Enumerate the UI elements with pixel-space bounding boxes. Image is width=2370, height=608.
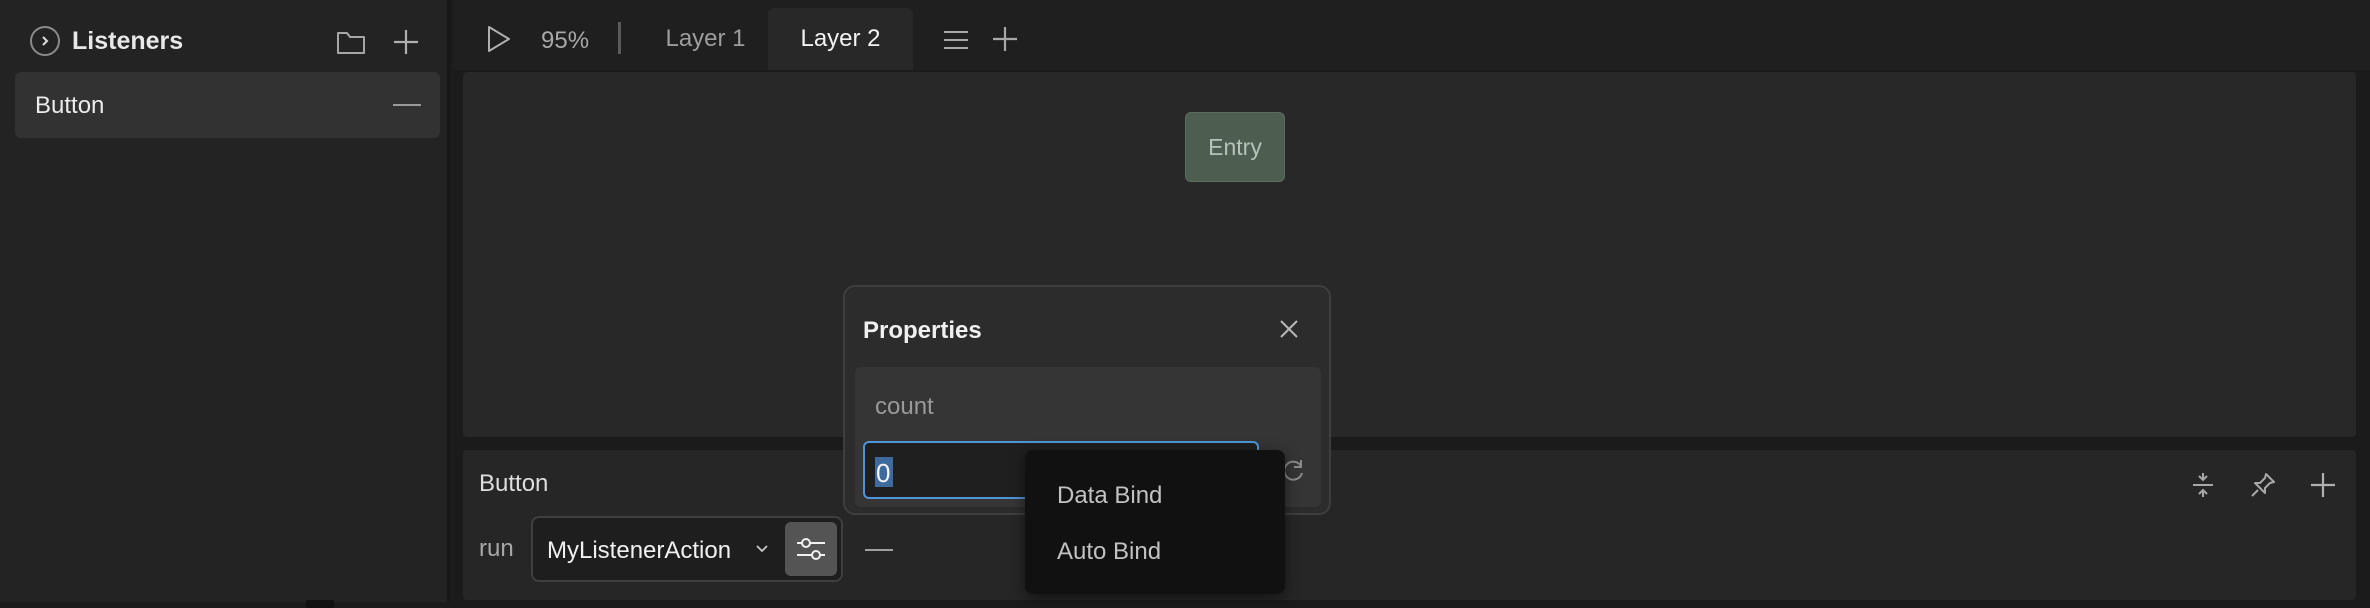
property-value-text: 0	[876, 458, 891, 488]
hamburger-menu-icon[interactable]	[941, 28, 971, 52]
close-icon[interactable]	[1277, 317, 1301, 341]
layer-toolbar: 95% Layer 1 Layer 2	[453, 0, 2370, 70]
tab-label: Layer 2	[800, 25, 881, 52]
menu-item-data-bind[interactable]: Data Bind	[1057, 482, 1162, 510]
play-icon[interactable]	[483, 24, 513, 54]
collapse-toggle-button[interactable]	[30, 26, 60, 56]
listeners-title: Listeners	[72, 27, 184, 55]
tab-layer-1[interactable]: Layer 1	[633, 8, 778, 70]
listener-detail-title: Button	[479, 470, 549, 497]
listeners-header: Listeners	[0, 0, 450, 70]
entry-node-label: Entry	[1208, 133, 1262, 160]
listener-item-label: Button	[35, 92, 105, 119]
listeners-panel: Listeners Button	[0, 0, 450, 602]
action-properties-button[interactable]	[785, 522, 837, 576]
listener-item-button[interactable]: Button	[15, 72, 440, 138]
properties-title: Properties	[863, 317, 982, 344]
app-root: Listeners Button 95% Layer 1 Layer 2 Ent…	[0, 0, 2370, 608]
add-layer-plus-icon[interactable]	[990, 24, 1020, 54]
chevron-right-icon	[42, 36, 49, 46]
entry-node[interactable]: Entry	[1185, 112, 1285, 182]
toolbar-divider	[618, 22, 621, 54]
expand-icon[interactable]	[2188, 470, 2218, 500]
bind-dropdown-menu: Data Bind Auto Bind	[1025, 450, 1285, 594]
add-action-plus-icon[interactable]	[2308, 470, 2338, 500]
pin-icon[interactable]	[2248, 470, 2278, 500]
minus-icon[interactable]	[393, 104, 421, 106]
remove-action-minus-icon[interactable]	[865, 549, 893, 551]
property-name: count	[875, 393, 934, 420]
zoom-level[interactable]: 95%	[541, 27, 589, 55]
folder-icon[interactable]	[335, 28, 367, 56]
action-group: MyListenerAction	[531, 516, 843, 582]
add-listener-plus-icon[interactable]	[390, 26, 422, 58]
action-select[interactable]: MyListenerAction	[537, 522, 777, 576]
state-machine-canvas[interactable]: Entry	[463, 72, 2356, 437]
tab-label: Layer 1	[665, 25, 746, 52]
tab-layer-2[interactable]: Layer 2	[768, 8, 913, 70]
action-select-value: MyListenerAction	[547, 537, 732, 564]
chevron-down-icon	[756, 545, 768, 553]
listener-detail-panel: Button run MyListenerAction	[463, 450, 2356, 600]
panel-resize-handle[interactable]	[306, 600, 334, 608]
menu-item-auto-bind[interactable]: Auto Bind	[1057, 538, 1161, 566]
sliders-icon	[797, 538, 825, 560]
action-keyword: run	[479, 535, 514, 562]
